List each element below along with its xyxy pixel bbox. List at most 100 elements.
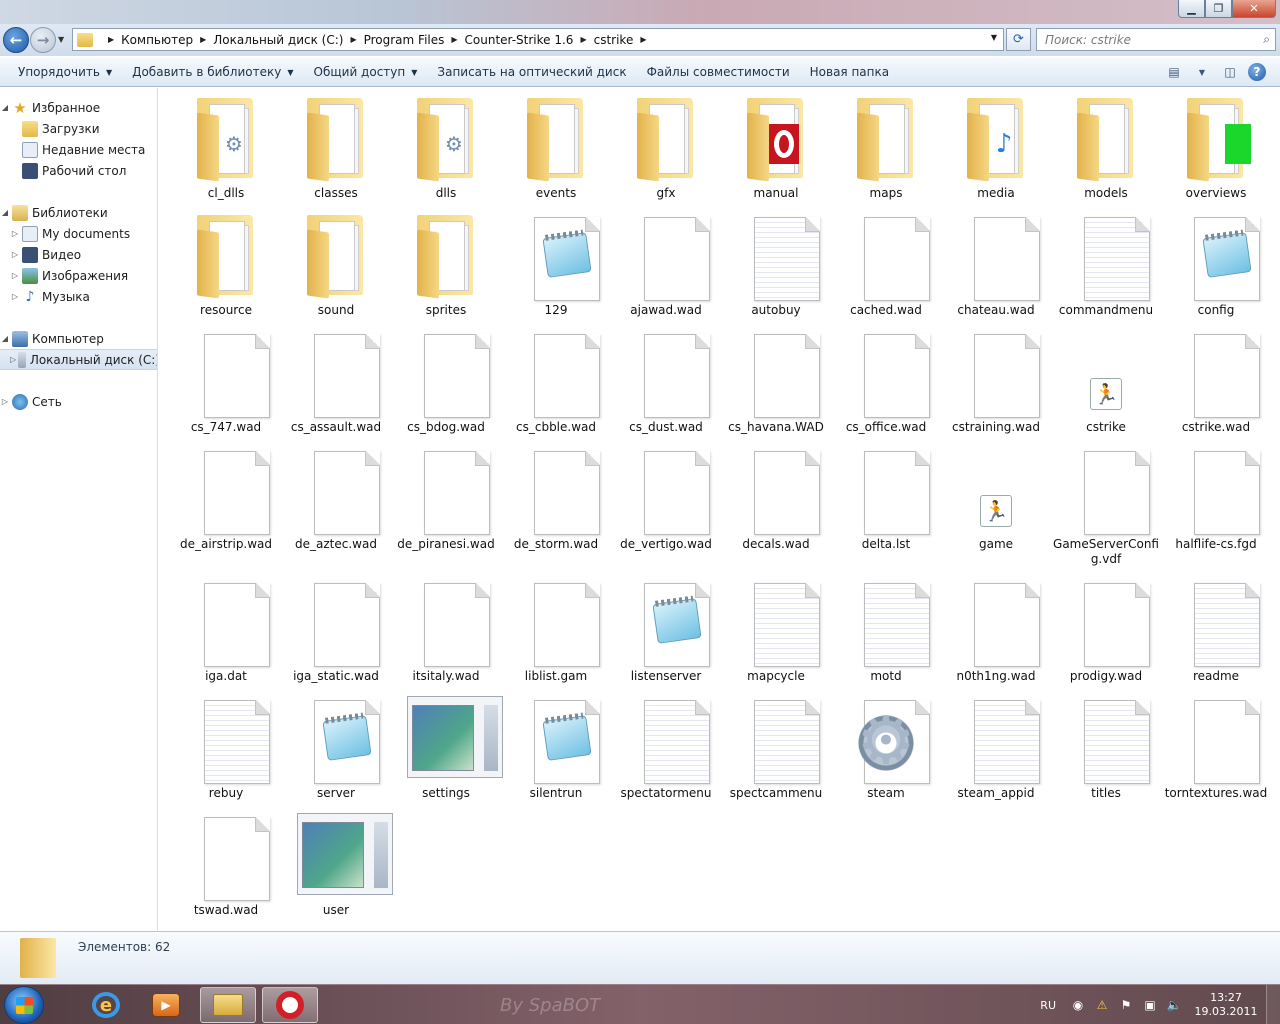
chevron-down-icon[interactable]: ▼	[1192, 62, 1212, 82]
sidebar-item-my-documents[interactable]: ▷ My documents	[0, 223, 157, 244]
sidebar-item-desktop[interactable]: Рабочий стол	[0, 160, 157, 181]
file-item[interactable]: 🏃 cstrike	[1051, 324, 1161, 435]
file-item[interactable]: itsitaly.wad	[391, 573, 501, 684]
add-to-library-button[interactable]: Добавить в библиотеку ▼	[122, 58, 303, 87]
folder-item[interactable]: ⚙ dlls	[391, 90, 501, 201]
file-item[interactable]: cs_assault.wad	[281, 324, 391, 435]
burn-button[interactable]: Записать на оптический диск	[427, 58, 636, 87]
file-item[interactable]: chateau.wad	[941, 207, 1051, 318]
file-item[interactable]: cstrike.wad	[1161, 324, 1271, 435]
file-item[interactable]: cs_cbble.wad	[501, 324, 611, 435]
maximize-button[interactable]: ❐	[1205, 0, 1232, 18]
sidebar-item-libraries[interactable]: ◢ Библиотеки	[0, 202, 157, 223]
breadcrumb-item[interactable]: Компьютер	[121, 33, 193, 47]
search-input[interactable]: Поиск: cstrike ⌕	[1036, 28, 1276, 51]
collapse-icon[interactable]: ◢	[0, 334, 10, 343]
taskbar-opera[interactable]	[262, 987, 318, 1023]
folder-item[interactable]: sound	[281, 207, 391, 318]
share-with-button[interactable]: Общий доступ ▼	[304, 58, 428, 87]
expand-icon[interactable]: ▷	[10, 229, 20, 238]
file-item[interactable]: decals.wad	[721, 441, 831, 552]
folder-item[interactable]: maps	[831, 90, 941, 201]
back-button[interactable]: ←	[3, 27, 29, 53]
file-item[interactable]: GameServerConfig.vdf	[1051, 441, 1161, 567]
file-item[interactable]: de_airstrip.wad	[171, 441, 281, 552]
file-item[interactable]: cs_dust.wad	[611, 324, 721, 435]
sidebar-item-computer[interactable]: ◢ Компьютер	[0, 328, 157, 349]
organize-button[interactable]: Упорядочить ▼	[8, 58, 122, 87]
file-item[interactable]: readme	[1161, 573, 1271, 684]
file-item[interactable]: spectcammenu	[721, 690, 831, 801]
folder-item[interactable]: sprites	[391, 207, 501, 318]
expand-icon[interactable]: ▷	[0, 397, 10, 406]
expand-icon[interactable]: ▷	[10, 250, 20, 259]
address-bar[interactable]: ▶ Компьютер ▶ Локальный диск (C:) ▶ Progra…	[72, 28, 1004, 51]
sidebar-item-music[interactable]: ▷ ♪ Музыка	[0, 286, 157, 307]
taskbar-internet-explorer[interactable]: e	[78, 987, 134, 1023]
tray-app-icon[interactable]: ◉	[1070, 997, 1086, 1013]
file-item[interactable]: 129	[501, 207, 611, 318]
address-history-dropdown[interactable]: ▼	[991, 33, 997, 42]
file-item[interactable]: de_storm.wad	[501, 441, 611, 552]
sidebar-item-video[interactable]: ▷ Видео	[0, 244, 157, 265]
folder-item[interactable]: manual	[721, 90, 831, 201]
file-item[interactable]: mapcycle	[721, 573, 831, 684]
file-item[interactable]: delta.lst	[831, 441, 941, 552]
start-button[interactable]	[4, 986, 44, 1024]
file-item[interactable]: cstraining.wad	[941, 324, 1051, 435]
sidebar-item-local-disk[interactable]: ▷ Локальный диск (C:)	[0, 349, 157, 370]
show-desktop-button[interactable]	[1266, 985, 1280, 1024]
folder-item[interactable]: gfx	[611, 90, 721, 201]
file-item[interactable]: motd	[831, 573, 941, 684]
file-item[interactable]: listenserver	[611, 573, 721, 684]
file-item[interactable]: cs_office.wad	[831, 324, 941, 435]
refresh-button[interactable]: ⟳	[1006, 28, 1031, 51]
file-item[interactable]: prodigy.wad	[1051, 573, 1161, 684]
folder-item[interactable]: models	[1051, 90, 1161, 201]
folder-item[interactable]: resource	[171, 207, 281, 318]
file-item[interactable]: ajawad.wad	[611, 207, 721, 318]
folder-item[interactable]: ⚙ cl_dlls	[171, 90, 281, 201]
network-status-icon[interactable]: ▣	[1142, 997, 1158, 1013]
file-item[interactable]: liblist.gam	[501, 573, 611, 684]
file-item[interactable]: de_piranesi.wad	[391, 441, 501, 552]
file-item[interactable]: rebuy	[171, 690, 281, 801]
file-item[interactable]: de_vertigo.wad	[611, 441, 721, 552]
file-item[interactable]: config	[1161, 207, 1271, 318]
collapse-icon[interactable]: ◢	[0, 103, 10, 112]
view-options-icon[interactable]: ▤	[1164, 62, 1184, 82]
file-item[interactable]: server	[281, 690, 391, 801]
file-item[interactable]: iga_static.wad	[281, 573, 391, 684]
file-item[interactable]: n0th1ng.wad	[941, 573, 1051, 684]
file-item[interactable]: cs_havana.WAD	[721, 324, 831, 435]
folder-item[interactable]: classes	[281, 90, 391, 201]
sidebar-item-pictures[interactable]: ▷ Изображения	[0, 265, 157, 286]
clock[interactable]: 13:27 19.03.2011	[1190, 991, 1262, 1019]
close-button[interactable]: ✕	[1232, 0, 1276, 18]
preview-pane-icon[interactable]: ◫	[1220, 62, 1240, 82]
file-item[interactable]: silentrun	[501, 690, 611, 801]
recent-pages-dropdown[interactable]: ▼	[58, 35, 64, 44]
search-icon[interactable]: ⌕	[1263, 32, 1270, 47]
file-item[interactable]: tswad.wad	[171, 807, 281, 918]
forward-button[interactable]: →	[30, 27, 56, 53]
file-item[interactable]: cs_747.wad	[171, 324, 281, 435]
warning-icon[interactable]: ⚠	[1094, 997, 1110, 1013]
collapse-icon[interactable]: ◢	[0, 208, 10, 217]
breadcrumb-item[interactable]: Program Files	[364, 33, 445, 47]
file-item[interactable]: iga.dat	[171, 573, 281, 684]
breadcrumb-item[interactable]: cstrike	[594, 33, 634, 47]
language-indicator[interactable]: RU	[1040, 999, 1056, 1012]
taskbar-explorer[interactable]	[200, 987, 256, 1023]
folder-item[interactable]: overviews	[1161, 90, 1271, 201]
file-item[interactable]: cached.wad	[831, 207, 941, 318]
breadcrumb-item[interactable]: Counter-Strike 1.6	[465, 33, 574, 47]
help-icon[interactable]: ?	[1248, 63, 1266, 81]
file-item[interactable]: titles	[1051, 690, 1161, 801]
expand-icon[interactable]: ▷	[10, 271, 20, 280]
new-folder-button[interactable]: Новая папка	[800, 58, 899, 87]
file-item[interactable]: steam_appid	[941, 690, 1051, 801]
expand-icon[interactable]: ▷	[10, 355, 16, 364]
breadcrumb-item[interactable]: Локальный диск (C:)	[213, 33, 343, 47]
file-item[interactable]: de_aztec.wad	[281, 441, 391, 552]
